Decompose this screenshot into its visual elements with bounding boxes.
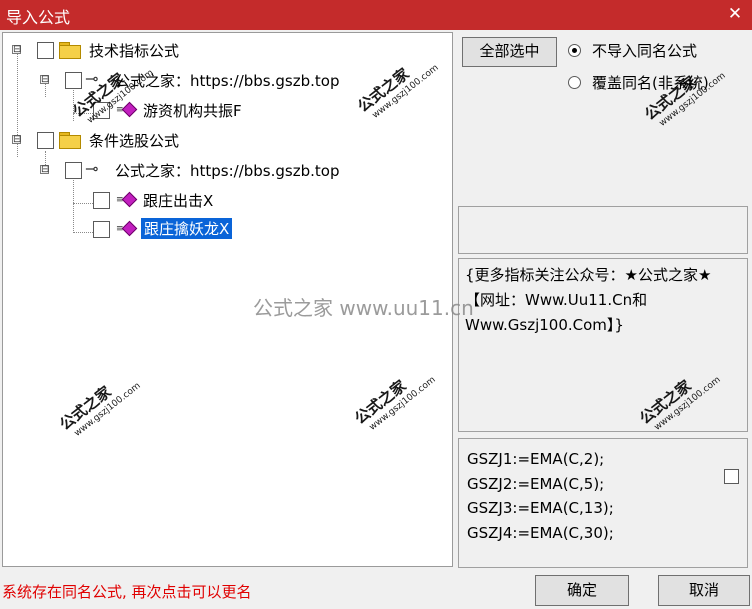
folder-icon bbox=[59, 132, 81, 149]
formula-code-box: GSZJ1:=EMA(C,2); GSZJ2:=EMA(C,5); GSZJ3:… bbox=[458, 438, 748, 568]
ok-button[interactable]: 确定 bbox=[535, 575, 629, 606]
radio-no-import-same-name[interactable] bbox=[568, 44, 581, 57]
key-icon: ⊸ bbox=[85, 159, 99, 178]
tree-node-label: 跟庄出击X bbox=[143, 192, 214, 210]
info-box-empty bbox=[458, 206, 748, 254]
tree-checkbox[interactable] bbox=[37, 132, 54, 149]
formula-icon: ≡ bbox=[116, 191, 138, 208]
formula-description-box: {更多指标关注公众号：★公式之家★ 【网址：Www.Uu11.Cn和Www.Gs… bbox=[458, 258, 748, 432]
tree-node-formula-home[interactable]: ⊟ ⊸ 公式之家：https://bbs.gszb.top bbox=[3, 68, 443, 92]
tree-node-label: 条件选股公式 bbox=[89, 132, 180, 150]
code-line: GSZJ2:=EMA(C,5); bbox=[467, 474, 605, 493]
tree-checkbox[interactable] bbox=[65, 72, 82, 89]
collapse-icon[interactable]: ⊟ bbox=[40, 75, 49, 85]
window-title: 导入公式 bbox=[6, 8, 71, 27]
select-all-button[interactable]: 全部选中 bbox=[462, 37, 557, 67]
code-line: GSZJ1:=EMA(C,2); bbox=[467, 450, 605, 468]
tree-checkbox[interactable] bbox=[93, 221, 110, 238]
radio-overwrite-label[interactable]: 覆盖同名(非系统) bbox=[592, 72, 709, 93]
collapse-icon[interactable]: ⊟ bbox=[12, 45, 21, 55]
radio-overwrite-same-name[interactable] bbox=[568, 76, 581, 89]
tree-node-technical-indicators[interactable]: ⊟ 技术指标公式 bbox=[3, 38, 443, 62]
status-message: 系统存在同名公式, 再次点击可以更名 bbox=[2, 583, 252, 601]
title-bar: 导入公式 ✕ bbox=[0, 0, 752, 30]
tree-node-formula-home[interactable]: ⊟ ⊸ 公式之家：https://bbs.gszb.top bbox=[3, 158, 443, 182]
code-checkbox[interactable] bbox=[724, 469, 739, 484]
close-icon[interactable]: ✕ bbox=[726, 5, 744, 23]
key-icon: ⊸ bbox=[85, 69, 99, 88]
tree-node-label: 技术指标公式 bbox=[89, 42, 180, 60]
tree-node-formula-leaf-selected[interactable]: ≡ 跟庄擒妖龙X bbox=[3, 217, 443, 241]
formula-icon: ≡ bbox=[116, 220, 138, 237]
tree-checkbox[interactable] bbox=[65, 162, 82, 179]
collapse-icon[interactable]: ⊟ bbox=[40, 165, 49, 175]
formula-description: {更多指标关注公众号：★公式之家★ 【网址：Www.Uu11.Cn和Www.Gs… bbox=[465, 266, 712, 334]
tree-checkbox[interactable] bbox=[93, 102, 110, 119]
cancel-button[interactable]: 取消 bbox=[658, 575, 750, 606]
tree-node-label: 公式之家：https://bbs.gszb.top bbox=[115, 162, 340, 180]
folder-icon bbox=[59, 42, 81, 59]
radio-no-import-label[interactable]: 不导入同名公式 bbox=[592, 40, 697, 61]
tree-node-stock-selection[interactable]: ⊟ 条件选股公式 bbox=[3, 128, 443, 152]
code-line: GSZJ3:=EMA(C,13); bbox=[467, 499, 614, 517]
tree-node-label: 游资机构共振F bbox=[143, 102, 242, 120]
tree-node-label: 跟庄擒妖龙X bbox=[141, 218, 233, 239]
tree-node-formula-leaf[interactable]: ≡ 游资机构共振F bbox=[3, 98, 443, 122]
collapse-icon[interactable]: ⊟ bbox=[12, 135, 21, 145]
tree-checkbox[interactable] bbox=[93, 192, 110, 209]
tree-node-label: 公式之家：https://bbs.gszb.top bbox=[115, 72, 340, 90]
code-line: GSZJ4:=EMA(C,30); bbox=[467, 523, 614, 542]
formula-icon: ≡ bbox=[116, 101, 138, 118]
tree-checkbox[interactable] bbox=[37, 42, 54, 59]
tree-node-formula-leaf[interactable]: ≡ 跟庄出击X bbox=[3, 188, 443, 212]
formula-tree[interactable]: ⊟ 技术指标公式 ⊟ ⊸ 公式之家：https://bbs.gszb.top ≡… bbox=[2, 32, 453, 567]
